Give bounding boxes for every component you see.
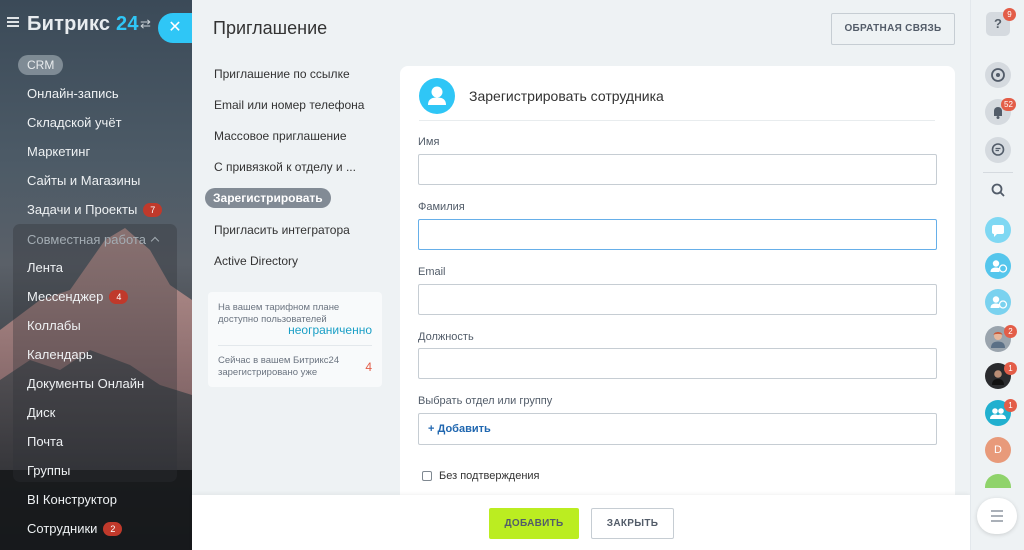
no-confirmation-checkbox[interactable] — [422, 471, 432, 481]
right-bar: ? 9 52 2 1 1 D — [970, 0, 1024, 550]
sidebar-item-employees[interactable]: Сотрудники 2 — [27, 521, 123, 536]
user-avatar-icon — [419, 78, 455, 114]
rightbar-divider — [983, 172, 1013, 173]
page-title: Приглашение — [213, 18, 328, 38]
sidebar-item-tasks[interactable]: Задачи и Проекты 7 — [27, 202, 163, 217]
add-department-button[interactable]: + Добавить — [418, 413, 937, 445]
user-letter-avatar[interactable]: D — [985, 437, 1011, 463]
sidebar-item-feed[interactable]: Лента — [27, 260, 63, 275]
sidebar-item-crm[interactable]: CRM — [18, 55, 64, 75]
form-title: Зарегистрировать сотрудника — [469, 88, 664, 104]
chat-icon[interactable] — [985, 137, 1011, 163]
register-form-card: Зарегистрировать сотрудника Имя Фамилия … — [400, 66, 955, 506]
sidebar-group-collaboration[interactable]: Совместная работа — [27, 232, 160, 247]
no-confirmation-label[interactable]: Без подтверждения — [439, 470, 540, 482]
copilot-icon[interactable] — [985, 62, 1011, 88]
registered-users-text: Сейчас в вашем Битрикс24 зарегистрирован… — [218, 355, 340, 378]
sidebar-item-calendar[interactable]: Календарь — [27, 347, 93, 362]
list-icon — [991, 510, 1003, 522]
tasks-count-badge: 7 — [143, 203, 163, 217]
swap-icon[interactable]: ⇄ — [140, 16, 151, 32]
first-name-input[interactable] — [418, 154, 937, 185]
chat-bot-avatar[interactable] — [985, 217, 1011, 243]
sidebar-item-mail[interactable]: Почта — [27, 434, 63, 449]
department-label: Выбрать отдел или группу — [418, 395, 553, 407]
avatar-2-badge: 1 — [1004, 362, 1017, 375]
close-button[interactable]: ЗАКРЫТЬ — [591, 508, 674, 539]
sidebar-item-marketing[interactable]: Маркетинг — [27, 144, 90, 159]
sidebar-item-drive[interactable]: Диск — [27, 405, 55, 420]
search-icon[interactable] — [985, 177, 1011, 203]
feedback-button[interactable]: ОБРАТНАЯ СВЯЗЬ — [831, 13, 955, 45]
nav-invite-integrator[interactable]: Пригласить интегратора — [214, 223, 350, 237]
user-clock-avatar-2[interactable] — [985, 289, 1011, 315]
last-name-label: Фамилия — [418, 201, 465, 213]
sidebar-header: Битрикс 24 ⇄ ✕ — [0, 0, 192, 52]
invite-panel: Приглашение ОБРАТНАЯ СВЯЗЬ Приглашение п… — [192, 0, 970, 550]
nav-with-department[interactable]: С привязкой к отделу и ... — [214, 160, 356, 174]
user-avatar-partial[interactable] — [985, 474, 1011, 488]
first-name-label: Имя — [418, 136, 440, 148]
plan-users-value: неограниченно — [288, 323, 372, 337]
sidebar-item-inventory[interactable]: Складской учёт — [27, 115, 122, 130]
position-input[interactable] — [418, 348, 937, 379]
add-button[interactable]: ДОБАВИТЬ — [489, 508, 579, 539]
last-name-input[interactable] — [418, 219, 937, 250]
tariff-info-box: На вашем тарифном плане доступно пользов… — [208, 292, 382, 387]
sidebar-item-online-booking[interactable]: Онлайн-запись — [27, 86, 119, 101]
employees-count-badge: 2 — [103, 522, 123, 536]
close-slider-button[interactable]: ✕ — [158, 13, 192, 43]
logo[interactable]: Битрикс 24 — [27, 13, 139, 36]
form-divider — [419, 120, 935, 121]
position-label: Должность — [418, 331, 474, 343]
nav-active-directory[interactable]: Active Directory — [214, 254, 298, 268]
nav-email-or-phone[interactable]: Email или номер телефона — [214, 98, 364, 112]
help-badge: 9 — [1003, 8, 1016, 21]
chevron-up-icon — [150, 236, 160, 246]
menu-burger-icon[interactable] — [7, 17, 19, 27]
sidebar-item-messenger[interactable]: Мессенджер 4 — [27, 289, 129, 304]
sidebar-item-collabs[interactable]: Коллабы — [27, 318, 81, 333]
nav-mass-invite[interactable]: Массовое приглашение — [214, 129, 347, 143]
nav-invite-by-link[interactable]: Приглашение по ссылке — [214, 67, 350, 81]
registered-users-value: 4 — [365, 360, 372, 374]
sidebar-item-sites[interactable]: Сайты и Магазины — [27, 173, 140, 188]
notifications-badge: 52 — [1001, 98, 1016, 111]
sidebar-item-bi-builder[interactable]: BI Конструктор — [27, 492, 117, 507]
left-sidebar: Битрикс 24 ⇄ ✕ CRM Онлайн-запись Складск… — [0, 0, 192, 550]
group-avatar-badge: 1 — [1004, 399, 1017, 412]
info-divider — [218, 345, 372, 346]
user-clock-avatar-1[interactable] — [985, 253, 1011, 279]
sidebar-item-documents[interactable]: Документы Онлайн — [27, 376, 144, 391]
email-input[interactable] — [418, 284, 937, 315]
messenger-count-badge: 4 — [109, 290, 129, 304]
nav-register[interactable]: Зарегистрировать — [205, 188, 331, 208]
sidebar-item-groups[interactable]: Группы — [27, 463, 70, 478]
expand-list-button[interactable] — [977, 498, 1017, 534]
footer-bar: ДОБАВИТЬ ЗАКРЫТЬ — [192, 495, 970, 550]
email-label: Email — [418, 266, 446, 278]
avatar-1-badge: 2 — [1004, 325, 1017, 338]
